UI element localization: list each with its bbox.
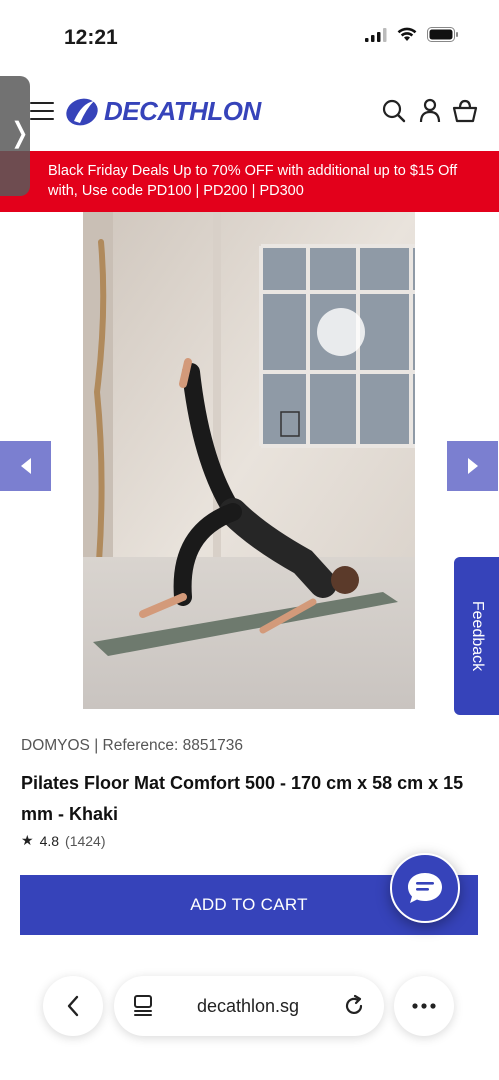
hamburger-menu-icon[interactable] (30, 102, 54, 122)
carousel-prev-button[interactable] (0, 441, 51, 491)
more-dots-icon (412, 1003, 436, 1009)
signal-icon (365, 27, 387, 42)
decathlon-logo[interactable]: DECATHLON (64, 96, 261, 127)
add-to-cart-label: ADD TO CART (190, 895, 308, 914)
chevron-right-icon (467, 458, 478, 474)
browser-toolbar: decathlon.sg (0, 960, 499, 1080)
chevron-left-icon (20, 458, 31, 474)
rating-value: 4.8 (39, 832, 60, 849)
chat-bubble-icon (408, 873, 442, 903)
promo-banner[interactable]: Black Friday Deals Up to 70% OFF with ad… (0, 151, 499, 212)
browser-back-button[interactable] (43, 976, 103, 1036)
decathlon-logo-mark (66, 98, 98, 125)
reload-icon[interactable] (342, 994, 366, 1018)
status-bar: 12:21 (0, 0, 499, 70)
url-text: decathlon.sg (196, 995, 300, 1016)
chevron-right-icon: ❭ (8, 116, 32, 149)
chevron-left-icon (67, 995, 79, 1017)
status-time: 12:21 (64, 26, 118, 49)
star-icon: ★ (21, 832, 34, 848)
chat-button[interactable] (390, 853, 460, 923)
product-photo (83, 212, 415, 709)
search-icon[interactable] (381, 98, 407, 124)
carousel-next-button[interactable] (447, 441, 498, 491)
logo-text: DECATHLON (104, 96, 261, 126)
status-icons (365, 27, 459, 42)
account-icon[interactable] (417, 98, 443, 124)
product-rating[interactable]: ★ 4.8 (1424) (21, 832, 106, 849)
wifi-icon (397, 27, 417, 41)
site-header: DECATHLON (0, 86, 499, 142)
page-menu-icon[interactable] (132, 994, 154, 1018)
feedback-label: Feedback (468, 600, 486, 672)
product-image[interactable] (83, 212, 415, 709)
battery-icon (427, 27, 458, 42)
review-count: (1424) (65, 832, 106, 849)
product-title: Pilates Floor Mat Comfort 500 - 170 cm x… (21, 773, 464, 824)
cart-icon[interactable] (452, 98, 478, 124)
promo-text: Black Friday Deals Up to 70% OFF with ad… (48, 163, 458, 199)
feedback-tab[interactable]: Feedback (454, 557, 499, 715)
side-drawer-tab[interactable]: ❭ (0, 76, 32, 196)
brand-reference: DOMYOS | Reference: 8851736 (21, 737, 244, 754)
browser-more-button[interactable] (394, 976, 454, 1036)
address-bar[interactable]: decathlon.sg (114, 976, 384, 1036)
